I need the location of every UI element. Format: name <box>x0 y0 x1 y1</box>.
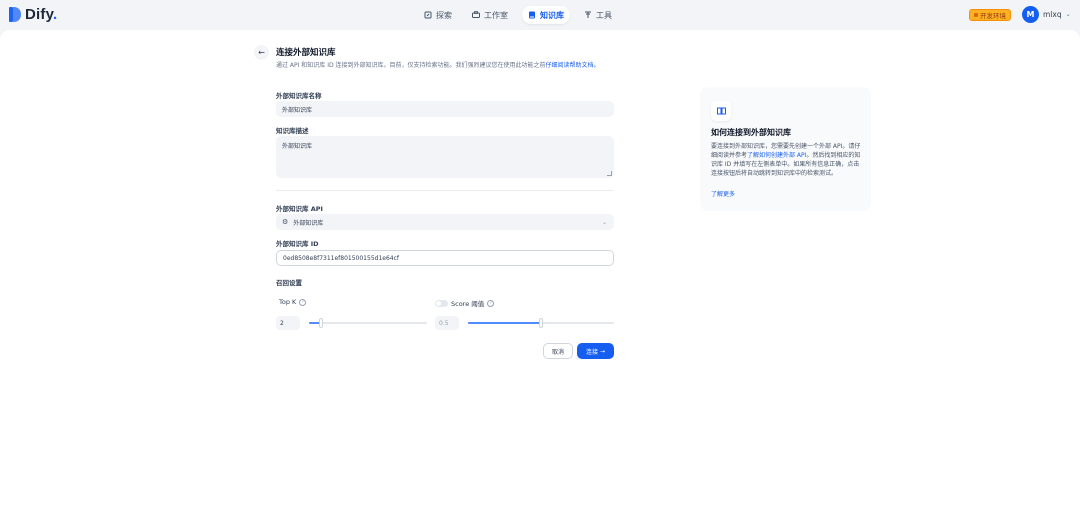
score-slider-thumb[interactable] <box>539 318 543 328</box>
main-nav: 探索 工作室 知识库 工具 <box>418 6 618 24</box>
create-api-link[interactable]: 了解如何创建外部 API <box>747 152 806 159</box>
app-logo[interactable]: Dify. <box>9 6 57 23</box>
user-name: mlxq <box>1043 10 1062 19</box>
description-value: 外部知识库 <box>282 143 313 150</box>
score-slider[interactable] <box>468 318 614 328</box>
arrow-left-icon: ← <box>258 48 265 57</box>
page-description: 通过 API 和知识库 ID 连接到外部知识库。目前，仅支持检索功能。我们强烈建… <box>276 61 616 70</box>
topk-label: Top K ? <box>279 298 307 306</box>
user-menu[interactable]: M mlxq ⌄ <box>1022 6 1071 23</box>
name-input[interactable]: 外部知识库 <box>276 101 614 117</box>
nav-item-tools[interactable]: 工具 <box>578 6 618 24</box>
nav-label-studio: 工作室 <box>484 10 508 20</box>
nav-item-explore[interactable]: 探索 <box>418 6 458 24</box>
env-badge: 开发环境 <box>969 9 1011 21</box>
connect-button-label: 连接 <box>585 348 598 356</box>
studio-icon <box>472 11 480 19</box>
toggle-knob <box>436 300 441 306</box>
score-toggle[interactable] <box>435 299 448 307</box>
book-open-icon <box>711 101 731 121</box>
arrow-right-icon: → <box>599 347 606 355</box>
back-button[interactable]: ← <box>254 45 269 60</box>
nav-label-tools: 工具 <box>596 10 612 20</box>
retrieval-settings-label: 召回设置 <box>276 279 302 287</box>
explore-icon <box>424 11 432 19</box>
page-title: 连接外部知识库 <box>276 48 336 58</box>
chevron-down-icon: ⌄ <box>1065 11 1071 18</box>
name-label: 外部知识库名称 <box>276 92 322 100</box>
env-badge-label: 开发环境 <box>980 12 1006 20</box>
cancel-button[interactable]: 取消 <box>543 343 573 359</box>
dify-logo-icon <box>9 7 21 22</box>
book-icon <box>528 11 536 19</box>
help-circle-icon[interactable]: ? <box>299 298 307 306</box>
api-select[interactable]: ⚙ 外部知识库 ⌄ <box>276 214 614 230</box>
nav-label-knowledge: 知识库 <box>540 10 564 20</box>
connect-button[interactable]: 连接 → <box>577 343 614 359</box>
description-textarea[interactable]: 外部知识库 <box>276 136 614 178</box>
help-circle-icon[interactable]: ? <box>487 299 495 307</box>
description-label: 知识库描述 <box>276 127 309 135</box>
nav-label-explore: 探索 <box>436 10 452 20</box>
score-slider-fill <box>468 322 541 324</box>
avatar: M <box>1022 6 1039 23</box>
divider <box>276 190 614 191</box>
env-dot-icon <box>974 13 978 17</box>
topk-slider-thumb[interactable] <box>319 318 323 328</box>
gear-icon: ⚙ <box>282 218 289 226</box>
learn-more-link[interactable]: 了解更多 <box>711 189 735 198</box>
api-select-value: 外部知识库 <box>293 219 324 227</box>
chevron-down-icon: ⌄ <box>601 218 607 226</box>
page-desc-text: 通过 API 和知识库 ID 连接到外部知识库。目前，仅支持检索功能。我们强烈建… <box>276 62 546 69</box>
nav-item-knowledge[interactable]: 知识库 <box>522 6 570 24</box>
app-name: Dify. <box>25 6 58 23</box>
score-label: Score 阈值 ? <box>435 298 495 308</box>
score-label-text: Score 阈值 <box>451 300 485 308</box>
score-number-input[interactable]: 0.5 <box>435 316 459 330</box>
tools-icon <box>584 11 592 19</box>
knowledge-id-label: 外部知识库 ID <box>276 240 319 248</box>
topk-label-text: Top K <box>279 298 297 306</box>
help-card-body: 要连接到外部知识库，您需要先创建一个外部 API。请仔细阅读并参考了解如何创建外… <box>711 142 863 178</box>
resize-handle-icon[interactable] <box>607 171 612 176</box>
api-label: 外部知识库 API <box>276 205 323 213</box>
topk-slider[interactable] <box>309 318 427 328</box>
help-card-title: 如何连接到外部知识库 <box>711 128 791 137</box>
help-doc-link[interactable]: 仔细阅读帮助文档。 <box>546 62 600 69</box>
knowledge-id-input[interactable]: 0ed8508e8f7311ef801500155d1e64cf <box>276 250 614 266</box>
top-bar: Dify. 探索 工作室 知识库 工具 开发环境 M mlxq ⌄ <box>0 0 1080 30</box>
topk-number-input[interactable]: 2 <box>276 316 300 330</box>
nav-item-studio[interactable]: 工作室 <box>466 6 514 24</box>
